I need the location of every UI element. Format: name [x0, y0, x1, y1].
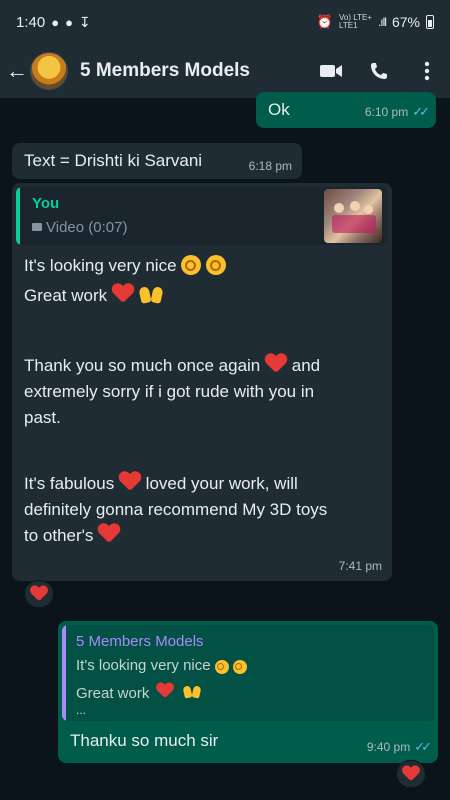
heart-emoji-icon	[119, 472, 141, 492]
message-line: extremely sorry if i got rude with you i…	[24, 382, 315, 401]
message-ok[interactable]: Ok 6:10 pm ✓✓	[256, 92, 436, 128]
read-receipt-icon: ✓✓	[412, 104, 430, 119]
raising-hands-emoji-icon	[183, 685, 201, 700]
video-call-icon[interactable]	[318, 58, 344, 84]
message-line: It's fabulous loved your work, will	[24, 472, 298, 493]
message-time: 6:10 pm ✓✓	[364, 104, 430, 119]
message-line: It's looking very nice	[24, 253, 384, 279]
message-time: 9:40 pm ✓✓	[366, 739, 432, 754]
group-avatar[interactable]	[30, 52, 68, 90]
read-receipt-icon: ✓✓	[414, 739, 432, 754]
reaction-badge[interactable]	[396, 760, 426, 788]
alarm-icon: ⏰	[316, 14, 333, 29]
quote-author: You	[32, 195, 60, 212]
message-line: Thank you so much once again and	[24, 354, 321, 375]
quote-more: ...	[76, 703, 87, 717]
battery-icon	[426, 15, 434, 29]
chat-screen: 1:40 ● ● ↧ ⏰ Vo) LTE+ LTE1 .ıll 67% ← 5 …	[0, 0, 450, 800]
message-drishti[interactable]: Text = Drishti ki Sarvani 6:18 pm	[12, 143, 302, 179]
voice-call-icon[interactable]	[366, 58, 392, 84]
quoted-message[interactable]: You Video (0:07)	[16, 187, 388, 245]
snapchat-icon: ●	[51, 14, 60, 30]
raising-hands-emoji-icon	[139, 285, 163, 305]
heart-reaction-icon	[402, 766, 420, 782]
ok-hand-emoji-icon	[214, 660, 229, 674]
quote-line: It's looking very nice	[76, 657, 247, 674]
status-time: 1:40	[16, 13, 46, 31]
heart-emoji-icon	[112, 284, 134, 304]
message-time: 6:18 pm	[248, 159, 292, 173]
quote-media-label: Video (0:07)	[46, 219, 128, 236]
message-line: definitely gonna recommend My 3D toys	[24, 500, 328, 519]
ok-hand-emoji-icon	[206, 255, 227, 275]
quoted-message[interactable]: 5 Members Models It's looking very nice …	[62, 625, 434, 721]
message-reply[interactable]: 5 Members Models It's looking very nice …	[58, 621, 438, 763]
network-label: Vo) LTE+ LTE1	[338, 13, 372, 30]
quote-line: Great work	[76, 681, 204, 702]
message-long[interactable]: You Video (0:07) It's looking very nice …	[12, 183, 392, 581]
chat-header: ← 5 Members Models	[0, 44, 450, 98]
back-arrow-icon[interactable]: ←	[6, 58, 28, 84]
reaction-badge[interactable]	[24, 580, 54, 608]
ok-hand-emoji-icon	[181, 255, 202, 275]
message-text: Text = Drishti ki Sarvani	[24, 151, 203, 170]
signal-icon: .ıll	[377, 15, 387, 29]
battery-percent: 67%	[391, 14, 420, 30]
message-line: past.	[24, 408, 61, 427]
message-line: Great work	[24, 283, 384, 309]
ok-hand-emoji-icon	[232, 660, 247, 674]
more-options-icon[interactable]	[414, 58, 440, 84]
heart-reaction-icon	[30, 586, 48, 602]
video-thumbnail[interactable]	[324, 189, 382, 243]
snapchat-icon-2: ●	[65, 14, 73, 30]
quote-author: 5 Members Models	[76, 633, 204, 650]
message-line: to other's	[24, 523, 384, 549]
message-time: 7:41 pm	[338, 559, 382, 573]
download-icon: ↧	[78, 13, 91, 30]
message-text: Ok	[268, 100, 290, 119]
chat-title[interactable]: 5 Members Models	[80, 60, 250, 82]
message-text: Thanku so much sir	[70, 731, 219, 750]
heart-emoji-icon	[156, 683, 174, 699]
heart-emoji-icon	[98, 524, 120, 544]
heart-emoji-icon	[265, 354, 287, 374]
status-bar: 1:40 ● ● ↧ ⏰ Vo) LTE+ LTE1 .ıll 67%	[0, 0, 450, 44]
video-icon	[32, 223, 42, 231]
